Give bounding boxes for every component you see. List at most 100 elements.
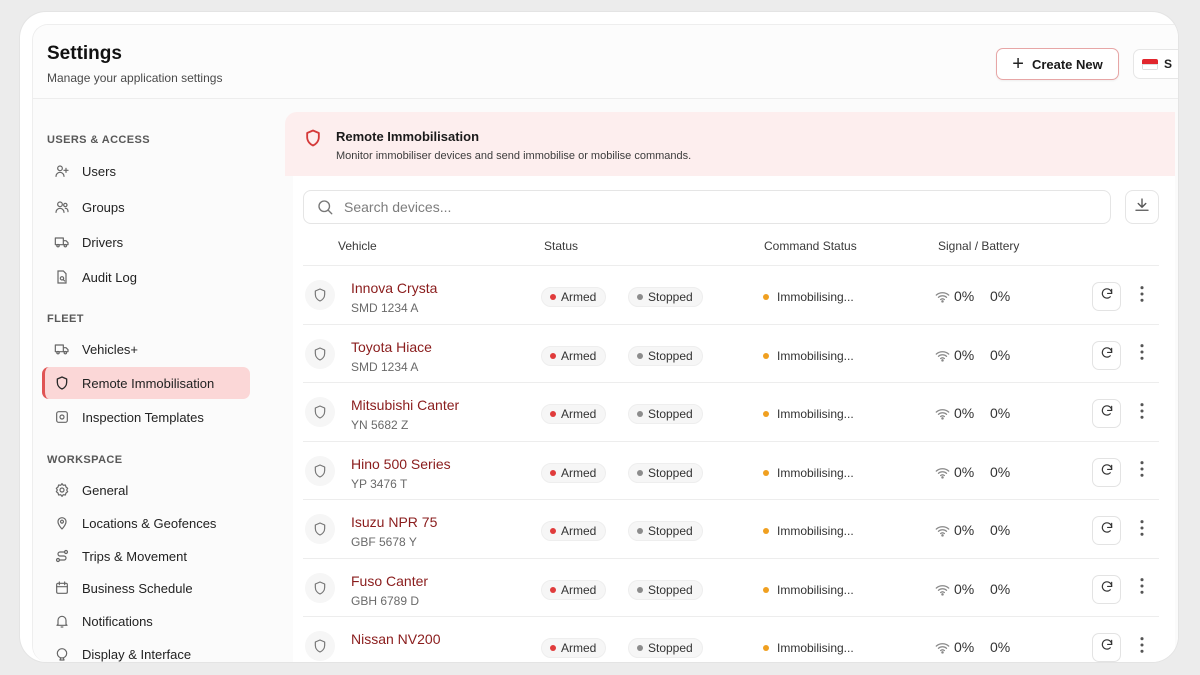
download-button[interactable]	[1125, 190, 1159, 224]
more-options-button[interactable]	[1135, 635, 1149, 659]
search-box[interactable]	[303, 190, 1111, 224]
shield-icon	[305, 280, 335, 310]
armed-status-badge: Armed	[541, 404, 607, 424]
vehicle-name[interactable]: Mitsubishi Canter	[351, 397, 459, 413]
truck-icon	[53, 234, 70, 251]
table-row[interactable]: Mitsubishi Canter YN 5682 Z Armed Stopped Im…	[303, 382, 1159, 440]
table-row[interactable]: Isuzu NPR 75 GBF 5678 Y Armed Stopped Immobi…	[303, 499, 1159, 557]
more-options-button[interactable]	[1135, 577, 1149, 601]
sidebar-item-users[interactable]: Users	[42, 155, 250, 187]
refresh-button[interactable]	[1092, 574, 1121, 604]
column-header-signal-battery[interactable]: Signal / Battery	[938, 239, 1019, 253]
app-frame: Settings Manage your application setting…	[20, 12, 1178, 662]
column-header-status[interactable]: Status	[544, 239, 578, 253]
armed-status-badge: Armed	[541, 638, 607, 658]
sidebar-item-inspection-templates[interactable]: Inspection Templates	[42, 401, 250, 433]
badge-label: Stopped	[648, 348, 693, 363]
refresh-button[interactable]	[1092, 282, 1121, 311]
create-new-button[interactable]: + Create New	[996, 48, 1119, 80]
vehicle-name[interactable]: Fuso Canter	[351, 573, 428, 589]
status-dot	[550, 352, 556, 359]
search-input[interactable]	[344, 199, 1044, 215]
language-label: S	[1164, 57, 1173, 71]
badge-label: Armed	[561, 641, 597, 655]
more-vertical-icon	[1139, 402, 1145, 425]
battery-value: 0%	[990, 639, 1011, 655]
wifi-icon	[935, 349, 950, 362]
command-status: Immobilising...	[763, 466, 854, 480]
command-status-label: Immobilising...	[777, 641, 854, 655]
vehicle-plate: YN 5682 Z	[351, 418, 409, 432]
more-options-button[interactable]	[1135, 343, 1149, 367]
motion-status-badge: Stopped	[628, 287, 703, 307]
page-title: Settings	[47, 43, 122, 64]
vehicle-name[interactable]: Hino 500 Series	[351, 456, 451, 472]
status-dot	[637, 469, 643, 476]
badge-label: Stopped	[648, 641, 693, 655]
sidebar-item-audit-log[interactable]: Audit Log	[42, 261, 250, 293]
motion-status-badge: Stopped	[628, 462, 703, 483]
sidebar-item-label: Inspection Templates	[82, 409, 204, 425]
truck-icon	[53, 341, 70, 358]
signal-value: 0%	[954, 405, 975, 421]
refresh-button[interactable]	[1092, 633, 1121, 662]
sidebar-item-remote-immobilisation[interactable]: Remote Immobilisation	[42, 367, 250, 399]
sidebar-item-notifications[interactable]: Notifications	[42, 605, 250, 637]
sidebar-item-locations-geofences[interactable]: Locations & Geofences	[42, 507, 250, 539]
table-row[interactable]: Toyota Hiace SMD 1234 A Armed Stopped Immobi…	[303, 323, 1159, 382]
shield-icon	[53, 375, 70, 392]
page-subtitle: Manage your application settings	[47, 71, 223, 85]
column-header-command-status[interactable]: Command Status	[764, 239, 857, 253]
more-options-button[interactable]	[1135, 284, 1149, 308]
status-dot	[550, 469, 556, 476]
plus-icon: +	[1012, 53, 1024, 75]
more-options-button[interactable]	[1135, 518, 1149, 542]
section-label-fleet: FLEET	[47, 313, 84, 325]
sidebar-item-label: Display & Interface	[82, 646, 192, 662]
sidebar-item-groups[interactable]: Groups	[42, 191, 250, 223]
signal-readout: 0%	[935, 405, 974, 421]
sidebar-item-drivers[interactable]: Drivers	[42, 226, 250, 258]
sidebar-item-business-schedule[interactable]: Business Schedule	[42, 572, 250, 604]
table-row[interactable]: Fuso Canter GBH 6789 D Armed Stopped Immobil…	[303, 557, 1159, 616]
command-status-label: Immobilising...	[777, 524, 854, 538]
refresh-button[interactable]	[1092, 457, 1121, 487]
section-label-users-access: USERS & ACCESS	[47, 134, 150, 146]
table-row[interactable]: Innova Crysta SMD 1234 A Armed Stopped Immob…	[303, 265, 1159, 323]
section-label-workspace: WORKSPACE	[47, 454, 123, 466]
section-banner: Remote Immobilisation Monitor immobilise…	[285, 112, 1175, 176]
status-dot	[550, 528, 556, 534]
vehicle-name[interactable]: Nissan NV200	[351, 631, 441, 647]
sidebar-item-label: General	[82, 482, 129, 498]
sidebar-item-general[interactable]: General	[42, 474, 250, 506]
sidebar-item-display-interface[interactable]: Display & Interface	[42, 638, 250, 662]
sidebar-item-label: Vehicles+	[82, 341, 139, 357]
column-header-vehicle[interactable]: Vehicle	[338, 239, 377, 253]
badge-label: Armed	[561, 348, 597, 363]
shield-icon	[303, 128, 323, 148]
vehicle-name[interactable]: Innova Crysta	[351, 280, 437, 296]
refresh-button[interactable]	[1092, 399, 1121, 428]
pending-dot	[763, 645, 769, 651]
table-row[interactable]: Hino 500 Series YP 3476 T Armed Stopped Immo…	[303, 440, 1159, 499]
language-selector[interactable]: S	[1133, 49, 1178, 79]
vehicle-name[interactable]: Toyota Hiace	[351, 339, 432, 355]
status-dot	[550, 645, 556, 651]
sidebar-item-label: Remote Immobilisation	[82, 375, 215, 391]
status-dot	[550, 411, 556, 417]
sidebar-item-trips-movement[interactable]: Trips & Movement	[42, 540, 250, 572]
refresh-icon	[1100, 404, 1114, 423]
signal-readout: 0%	[935, 639, 974, 655]
badge-label: Stopped	[648, 290, 693, 304]
users-icon	[53, 199, 70, 216]
refresh-button[interactable]	[1092, 516, 1121, 545]
table-row[interactable]: Nissan NV200 Armed Stopped Immobilising... 0…	[303, 616, 1159, 662]
wifi-icon	[935, 641, 950, 654]
vehicle-plate: YP 3476 T	[351, 476, 408, 491]
sidebar-item-vehicles[interactable]: Vehicles+	[42, 333, 250, 365]
more-options-button[interactable]	[1135, 401, 1149, 425]
armed-status-badge: Armed	[541, 579, 607, 600]
refresh-button[interactable]	[1092, 340, 1121, 370]
more-options-button[interactable]	[1135, 460, 1149, 484]
vehicle-name[interactable]: Isuzu NPR 75	[351, 514, 437, 530]
